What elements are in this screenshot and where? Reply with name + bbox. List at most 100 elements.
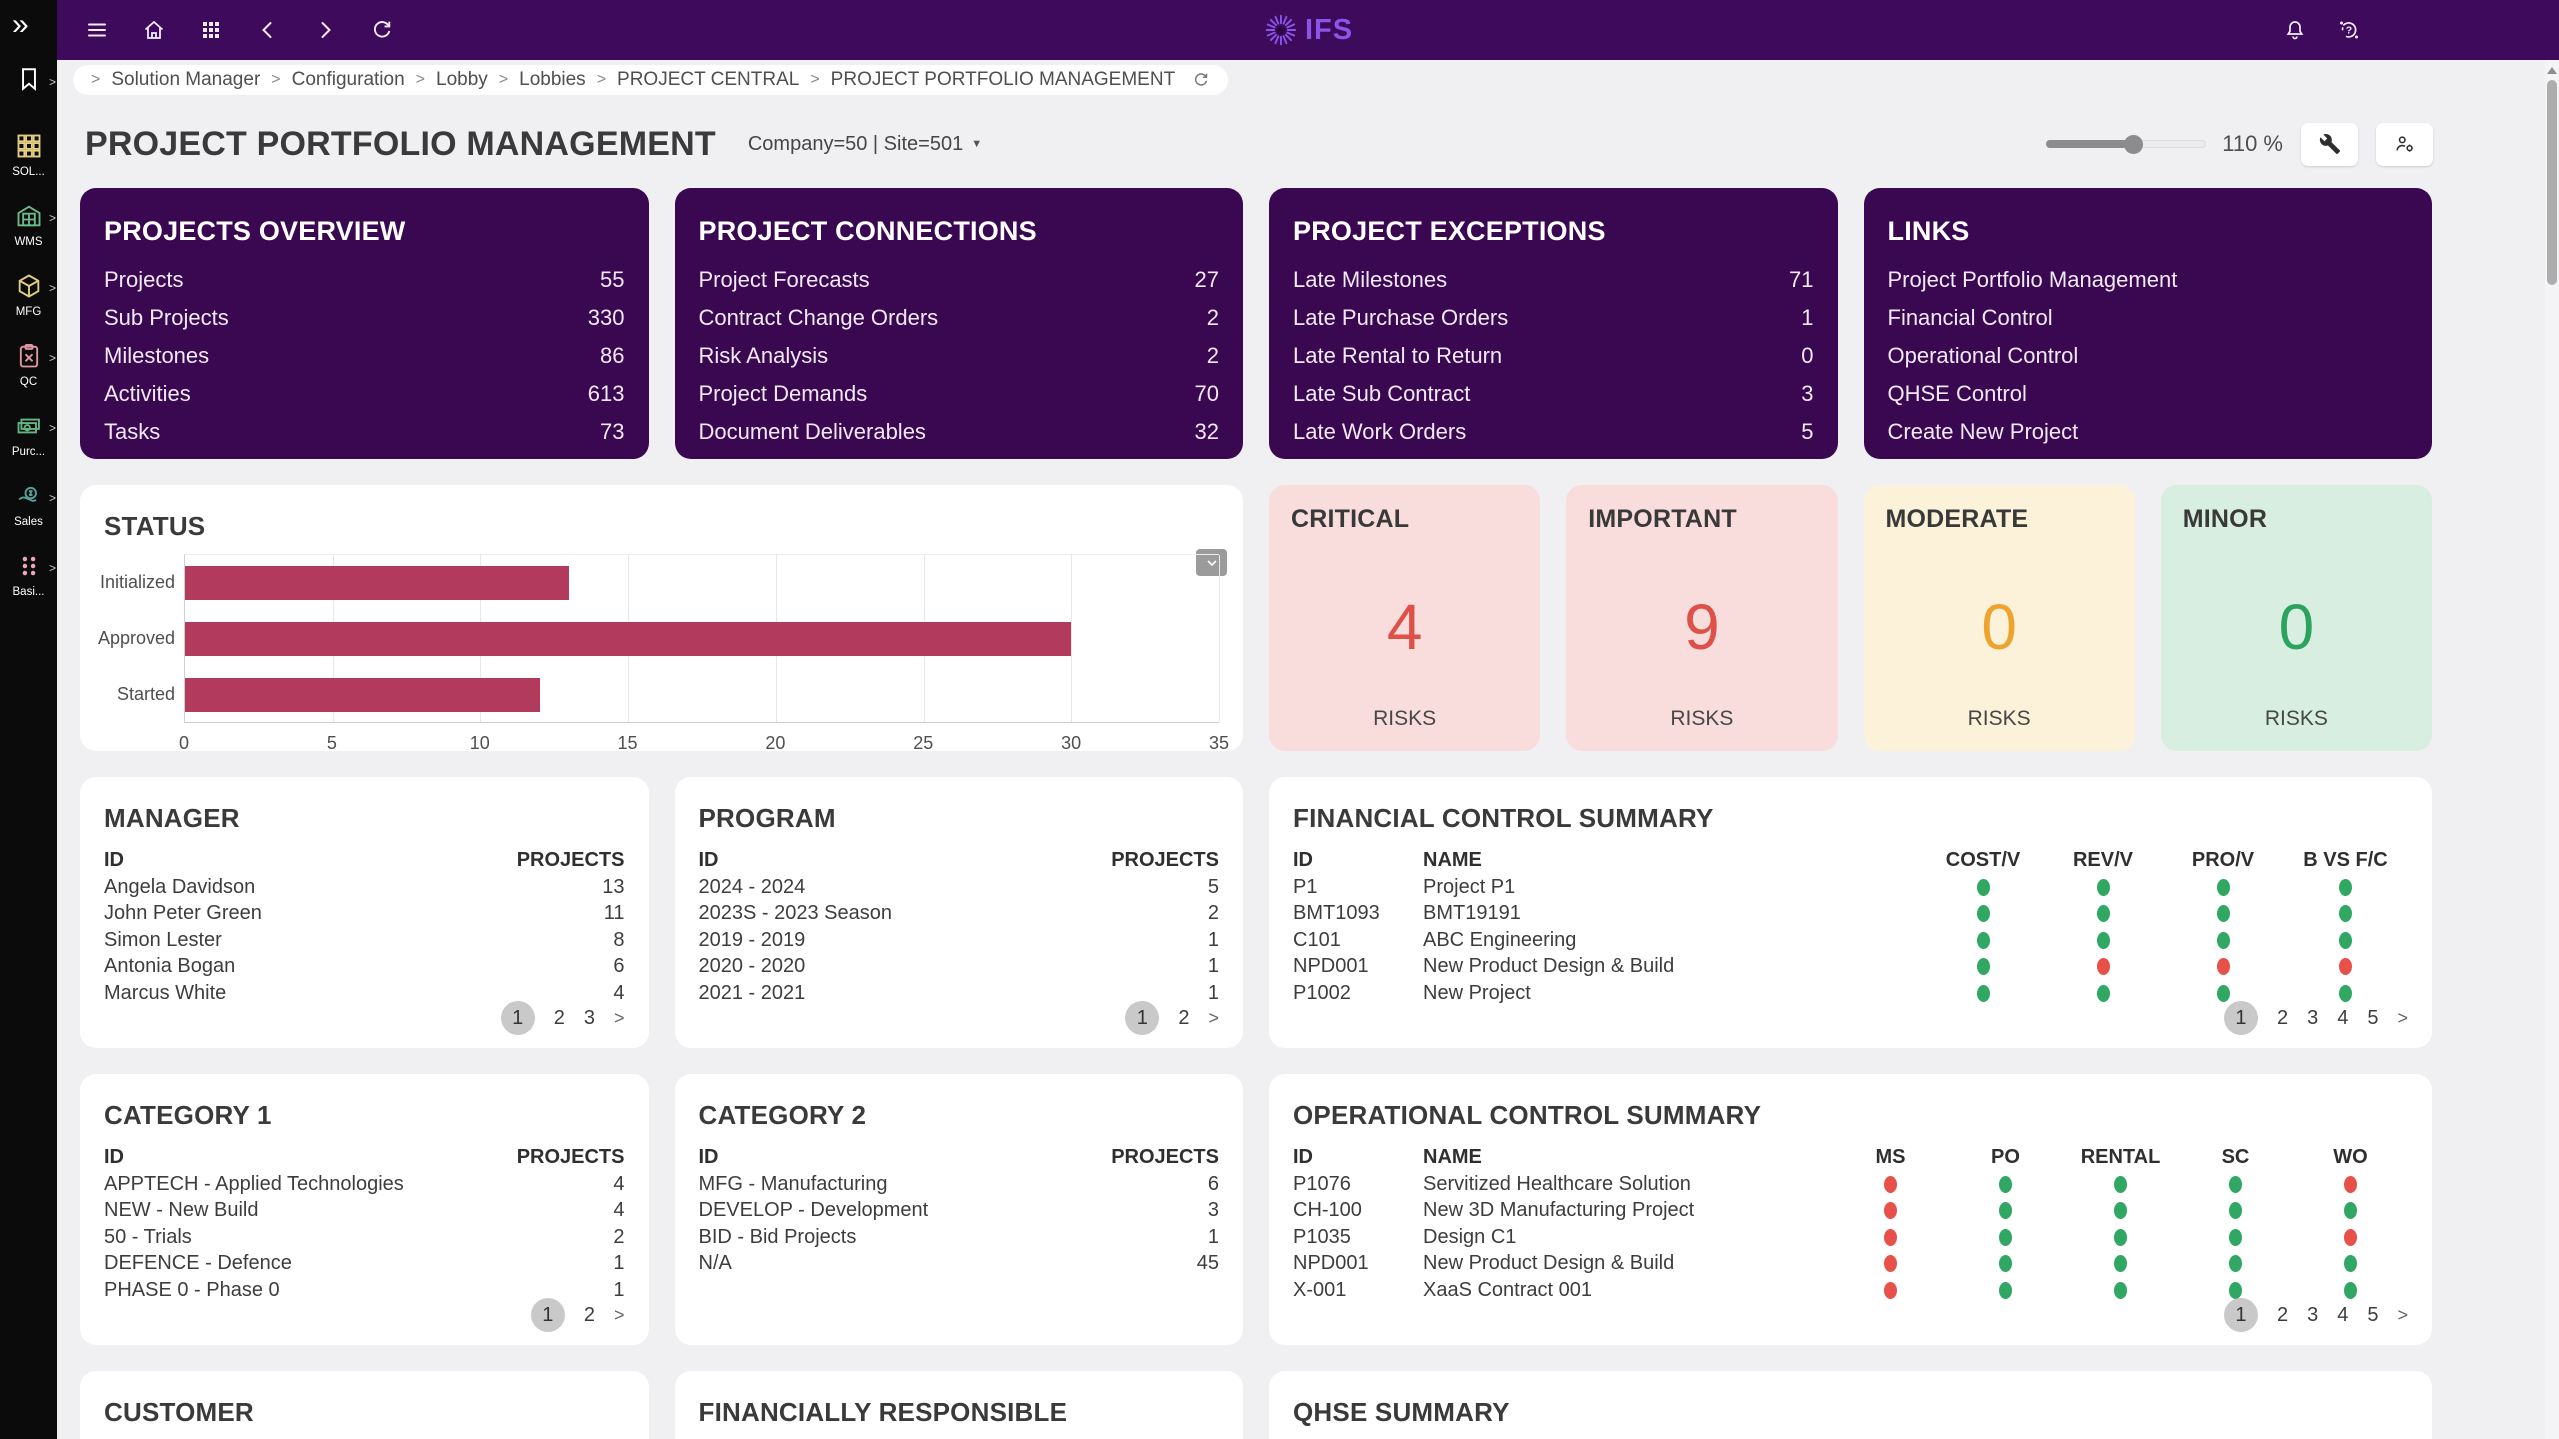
card-financial-control-summary: FINANCIAL CONTROL SUMMARY ID NAME COST/V…: [1269, 777, 2432, 1048]
sidebar-item-wms[interactable]: WMS >: [0, 202, 57, 248]
link-item[interactable]: QHSE Control: [1888, 375, 2409, 413]
breadcrumb-item[interactable]: PROJECT CENTRAL: [617, 69, 799, 91]
chart-plot-area: [184, 554, 1219, 723]
next-page-button[interactable]: >: [614, 1305, 625, 1326]
next-page-button[interactable]: >: [2397, 1305, 2408, 1326]
page-designer-button[interactable]: [2301, 123, 2358, 166]
next-page-button[interactable]: >: [1208, 1008, 1219, 1029]
page-button[interactable]: 1: [2224, 1001, 2258, 1035]
link-item[interactable]: Financial Control: [1888, 299, 2409, 337]
chevron-right-icon: >: [49, 421, 56, 435]
page-button[interactable]: 2: [2277, 1304, 2288, 1327]
cell-id: P1002: [1293, 980, 1423, 1007]
chevron-right-icon: >: [49, 75, 56, 89]
page-button[interactable]: 2: [2277, 1007, 2288, 1030]
table-row: John Peter Green11: [104, 901, 625, 928]
page-button[interactable]: 5: [2367, 1007, 2378, 1030]
chevron-right-icon: >: [49, 211, 56, 225]
next-page-button[interactable]: >: [2397, 1008, 2408, 1029]
zoom-slider-knob[interactable]: [2124, 135, 2143, 154]
list-item[interactable]: Project Forecasts27: [699, 261, 1220, 299]
link-item[interactable]: Project Portfolio Management: [1888, 261, 2409, 299]
company-site-selector[interactable]: Company=50 | Site=501 ▼: [748, 133, 982, 156]
card-projects-overview: PROJECTS OVERVIEW Projects55 Sub Project…: [80, 188, 649, 459]
back-icon[interactable]: [256, 18, 280, 42]
sidebar-item-mfg[interactable]: MFG >: [0, 272, 57, 318]
breadcrumb-item[interactable]: Configuration: [292, 69, 405, 91]
help-icon[interactable]: ?: [2337, 18, 2361, 42]
link-item[interactable]: Operational Control: [1888, 337, 2409, 375]
status-dot: [2097, 879, 2110, 896]
sidebar-item-qc[interactable]: QC >: [0, 342, 57, 388]
list-item[interactable]: Late Milestones71: [1293, 261, 1814, 299]
scrollbar-thumb[interactable]: [2547, 80, 2557, 285]
table-row: DEVELOP - Development3: [699, 1198, 1220, 1225]
sidebar-expand-icon[interactable]: »: [0, 0, 57, 40]
page-button[interactable]: 3: [2307, 1007, 2318, 1030]
table-header: IDPROJECTS: [699, 1143, 1220, 1171]
list-item[interactable]: Late Purchase Orders1: [1293, 299, 1814, 337]
list-item[interactable]: Late Rental to Return0: [1293, 337, 1814, 375]
scrollbar-up-arrow[interactable]: [2547, 67, 2557, 74]
breadcrumb-item[interactable]: Solution Manager: [111, 69, 260, 91]
status-dot: [2114, 1282, 2127, 1299]
table-row: Antonia Bogan6: [104, 954, 625, 981]
list-item[interactable]: Tasks73: [104, 413, 625, 451]
vertical-scrollbar[interactable]: [2545, 60, 2559, 1439]
list-item[interactable]: Project Demands70: [699, 375, 1220, 413]
user-settings-button[interactable]: [2376, 123, 2433, 166]
page-button[interactable]: 1: [501, 1001, 535, 1035]
list-item[interactable]: Late Work Orders5: [1293, 413, 1814, 451]
sidebar-item-bookmarks[interactable]: >: [0, 66, 57, 92]
list-item[interactable]: Document Deliverables32: [699, 413, 1220, 451]
breadcrumb-refresh-icon[interactable]: [1192, 71, 1210, 89]
page-button[interactable]: 3: [2307, 1304, 2318, 1327]
status-dot: [2114, 1229, 2127, 1246]
breadcrumb-item[interactable]: Lobbies: [519, 69, 586, 91]
forward-icon[interactable]: [313, 18, 337, 42]
sidebar-item-basic-data[interactable]: Basi... >: [0, 552, 57, 598]
table-row: APPTECH - Applied Technologies4: [104, 1171, 625, 1198]
page-button[interactable]: 4: [2337, 1007, 2348, 1030]
list-item[interactable]: Sub Projects330: [104, 299, 625, 337]
chevron-right-icon: >: [49, 491, 56, 505]
sidebar-item-solution[interactable]: SOL...: [0, 132, 57, 178]
page-button[interactable]: 2: [584, 1304, 595, 1327]
status-dot: [2339, 879, 2352, 896]
zoom-slider[interactable]: [2046, 135, 2206, 153]
page-button[interactable]: 1: [1125, 1001, 1159, 1035]
page-button[interactable]: 5: [2367, 1304, 2378, 1327]
page-button[interactable]: 1: [2224, 1298, 2258, 1332]
page-button[interactable]: 3: [584, 1007, 595, 1030]
solution-grid-icon: [15, 132, 43, 160]
cell-name: New Product Design & Build: [1423, 954, 1923, 981]
status-dot: [2339, 932, 2352, 949]
breadcrumb-item[interactable]: Lobby: [436, 69, 488, 91]
list-item[interactable]: Risk Analysis2: [699, 337, 1220, 375]
chart-bar-approved: [185, 622, 1071, 656]
list-item[interactable]: Projects55: [104, 261, 625, 299]
notifications-bell-icon[interactable]: [2283, 18, 2307, 42]
sidebar-item-sales[interactable]: Sales >: [0, 482, 57, 528]
next-page-button[interactable]: >: [614, 1008, 625, 1029]
link-item[interactable]: Create New Project: [1888, 413, 2409, 451]
card-title: FINANCIAL CONTROL SUMMARY: [1293, 803, 2408, 834]
sidebar-item-purchasing[interactable]: Purc... >: [0, 412, 57, 458]
refresh-icon[interactable]: [370, 18, 394, 42]
chart-bar-initialized: [185, 566, 569, 600]
card-links: LINKS Project Portfolio Management Finan…: [1864, 188, 2433, 459]
list-item[interactable]: Activities613: [104, 375, 625, 413]
home-icon[interactable]: [142, 18, 166, 42]
page-button[interactable]: 1: [531, 1298, 565, 1332]
menu-icon[interactable]: [85, 18, 109, 42]
page-button[interactable]: 4: [2337, 1304, 2348, 1327]
pagination: 1 2 >: [531, 1298, 625, 1332]
apps-grid-icon[interactable]: [199, 18, 223, 42]
breadcrumb-item-current[interactable]: PROJECT PORTFOLIO MANAGEMENT: [831, 69, 1176, 91]
page-button[interactable]: 2: [1178, 1007, 1189, 1030]
list-item[interactable]: Late Sub Contract3: [1293, 375, 1814, 413]
page-button[interactable]: 2: [554, 1007, 565, 1030]
list-item[interactable]: Milestones86: [104, 337, 625, 375]
table-row: 2019 - 20191: [699, 927, 1220, 954]
list-item[interactable]: Contract Change Orders2: [699, 299, 1220, 337]
